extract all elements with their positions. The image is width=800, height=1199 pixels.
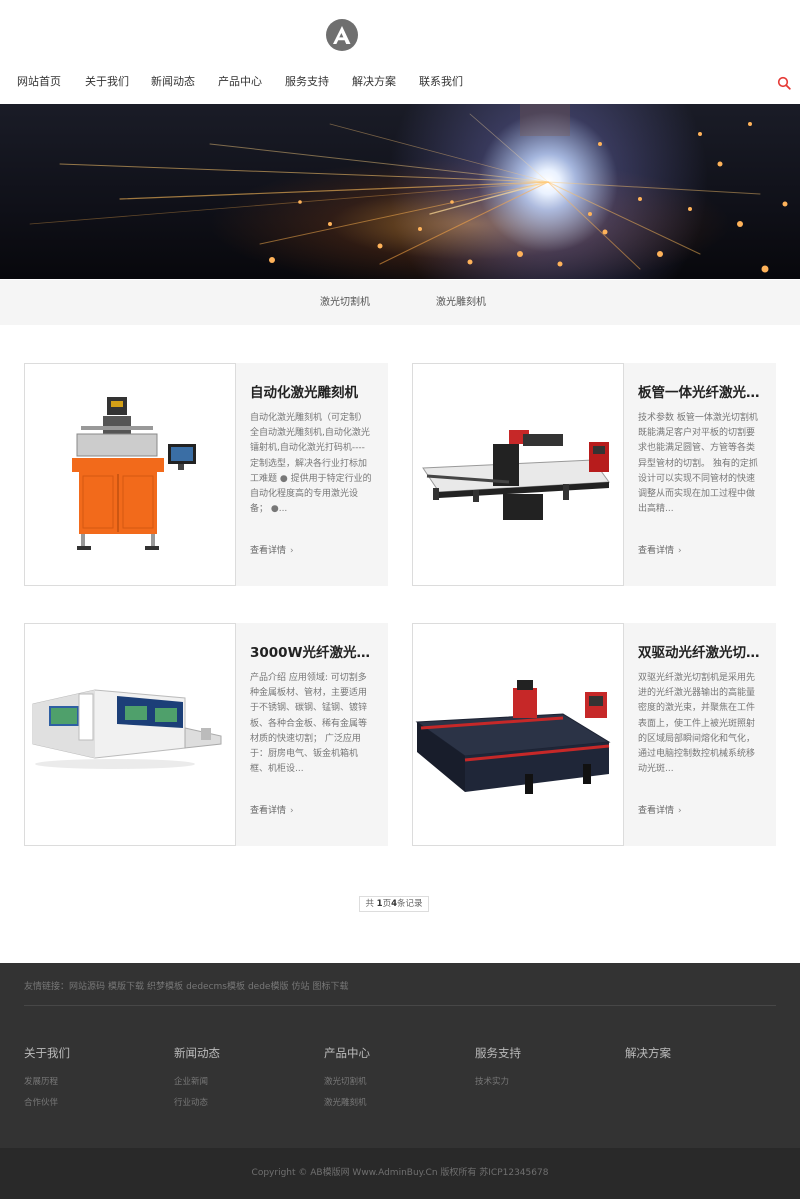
- copyright: Copyright © AB模版网 Www.AdminBuy.Cn 版权所有 苏…: [0, 1148, 800, 1199]
- friend-link[interactable]: 织梦模板: [147, 982, 183, 992]
- friend-links: 友情链接：网站源码 模版下载 织梦模板 dedecms模板 dede模版 仿站 图标下载: [24, 979, 352, 992]
- footer-link[interactable]: 行业动态: [174, 1096, 220, 1108]
- friend-link[interactable]: 图标下载: [313, 982, 349, 992]
- nav-item-about[interactable]: 关于我们: [85, 70, 129, 94]
- pager-mid: 页: [382, 899, 392, 909]
- view-details-label: 查看详情: [638, 806, 675, 816]
- product-image[interactable]: [24, 623, 236, 846]
- view-details-label: 查看详情: [250, 806, 287, 816]
- site-logo[interactable]: [326, 19, 358, 51]
- product-description: 技术参数 板管一体激光切割机既能满足客户对平板的切割要求也能满足圆管、方管等各类…: [638, 413, 758, 515]
- category-laser-cutting[interactable]: 激光切割机: [320, 280, 370, 325]
- footer-column-title[interactable]: 关于我们: [24, 1045, 70, 1061]
- footer-column-support: 服务支持 技术实力: [475, 1045, 521, 1087]
- friend-link[interactable]: dede模版: [248, 982, 289, 992]
- pagination-info: 共 1页4条记录: [359, 896, 429, 912]
- product-info: 自动化激光雕刻机 自动化激光雕刻机（可定制）全自动激光雕刻机,自动化激光镭射机,…: [236, 363, 388, 586]
- dual-drive-laser-cutter-illustration: [415, 680, 611, 794]
- footer-divider: [24, 1005, 776, 1006]
- footer-column-title[interactable]: 新闻动态: [174, 1045, 220, 1061]
- product-title[interactable]: 双驱动光纤激光切割...: [638, 641, 768, 661]
- view-details-link[interactable]: 查看详情 ›: [250, 803, 294, 816]
- site-footer: 友情链接：网站源码 模版下载 织梦模板 dedecms模板 dede模版 仿站 图标下载 关…: [0, 963, 800, 1148]
- category-bar: 激光切割机 激光雕刻机: [0, 280, 800, 325]
- product-card[interactable]: 板管一体光纤激光切... 技术参数 板管一体激光切割机既能满足客户对平板的切割要…: [412, 363, 776, 586]
- fiber-laser-cutter-illustration: [32, 689, 222, 769]
- footer-column-news: 新闻动态 企业新闻 行业动态: [174, 1045, 220, 1108]
- chevron-right-icon: ›: [678, 546, 682, 556]
- footer-column-title[interactable]: 解决方案: [625, 1045, 671, 1061]
- pager-suffix: 条记录: [397, 899, 423, 909]
- friend-link[interactable]: 模版下载: [108, 982, 144, 992]
- product-description: 产品介绍 应用领域: 可切割多种金属板材、管材，主要适用于不锈钢、碳钢、锰钢、镀…: [250, 673, 368, 775]
- product-title[interactable]: 自动化激光雕刻机: [250, 381, 380, 401]
- chevron-right-icon: ›: [290, 546, 294, 556]
- product-info: 板管一体光纤激光切... 技术参数 板管一体激光切割机既能满足客户对平板的切割要…: [624, 363, 776, 586]
- footer-link[interactable]: 激光切割机: [324, 1075, 370, 1087]
- friend-link[interactable]: 仿站: [291, 982, 309, 992]
- view-details-link[interactable]: 查看详情 ›: [250, 543, 294, 556]
- chevron-right-icon: ›: [290, 806, 294, 816]
- main-nav: 网站首页 关于我们 新闻动态 产品中心 服务支持 解决方案 联系我们: [0, 70, 800, 94]
- pager-prefix: 共: [365, 899, 377, 909]
- product-title[interactable]: 3000W光纤激光切割: [250, 641, 380, 661]
- nav-item-support[interactable]: 服务支持: [285, 70, 329, 94]
- footer-link[interactable]: 发展历程: [24, 1075, 70, 1087]
- footer-column-title[interactable]: 服务支持: [475, 1045, 521, 1061]
- product-description: 自动化激光雕刻机（可定制）全自动激光雕刻机,自动化激光镭射机,自动化激光打码机-…: [250, 413, 372, 515]
- tube-cutting-machine-illustration: [422, 430, 610, 520]
- hero-banner-image: [0, 104, 800, 279]
- friend-link[interactable]: dedecms模板: [186, 982, 245, 992]
- footer-column-products: 产品中心 激光切割机 激光雕刻机: [324, 1045, 370, 1108]
- footer-link[interactable]: 技术实力: [475, 1075, 521, 1087]
- search-icon[interactable]: [777, 76, 791, 90]
- chevron-right-icon: ›: [678, 806, 682, 816]
- nav-item-products[interactable]: 产品中心: [218, 70, 262, 94]
- product-image[interactable]: [24, 363, 236, 586]
- product-card[interactable]: 双驱动光纤激光切割... 双驱光纤激光切割机是采用先进的光纤激光器输出的高能量密…: [412, 623, 776, 846]
- nav-item-home[interactable]: 网站首页: [17, 70, 61, 94]
- product-image[interactable]: [412, 623, 624, 846]
- site-header: 网站首页 关于我们 新闻动态 产品中心 服务支持 解决方案 联系我们: [0, 0, 800, 104]
- product-description: 双驱光纤激光切割机是采用先进的光纤激光器输出的高能量密度的激光束，并聚焦在工件表…: [638, 673, 756, 775]
- engraving-machine-illustration: [72, 397, 196, 550]
- footer-column-about: 关于我们 发展历程 合作伙伴: [24, 1045, 70, 1108]
- product-title[interactable]: 板管一体光纤激光切...: [638, 381, 768, 401]
- footer-link[interactable]: 企业新闻: [174, 1075, 220, 1087]
- footer-link[interactable]: 激光雕刻机: [324, 1096, 370, 1108]
- product-card[interactable]: 3000W光纤激光切割 产品介绍 应用领域: 可切割多种金属板材、管材，主要适用…: [24, 623, 388, 846]
- friend-link[interactable]: 网站源码: [69, 982, 105, 992]
- sparks-illustration: [29, 104, 788, 273]
- nav-item-solutions[interactable]: 解决方案: [352, 70, 396, 94]
- view-details-link[interactable]: 查看详情 ›: [638, 803, 682, 816]
- view-details-link[interactable]: 查看详情 ›: [638, 543, 682, 556]
- footer-column-solutions: 解决方案: [625, 1045, 671, 1061]
- view-details-label: 查看详情: [638, 546, 675, 556]
- nav-item-contact[interactable]: 联系我们: [419, 70, 463, 94]
- footer-column-title[interactable]: 产品中心: [324, 1045, 370, 1061]
- product-card[interactable]: 自动化激光雕刻机 自动化激光雕刻机（可定制）全自动激光雕刻机,自动化激光镭射机,…: [24, 363, 388, 586]
- nav-item-news[interactable]: 新闻动态: [151, 70, 195, 94]
- product-info: 双驱动光纤激光切割... 双驱光纤激光切割机是采用先进的光纤激光器输出的高能量密…: [624, 623, 776, 846]
- category-laser-engraving[interactable]: 激光雕刻机: [436, 280, 486, 325]
- product-info: 3000W光纤激光切割 产品介绍 应用领域: 可切割多种金属板材、管材，主要适用…: [236, 623, 388, 846]
- friend-links-label: 友情链接：: [24, 982, 70, 992]
- view-details-label: 查看详情: [250, 546, 287, 556]
- logo-a-icon: [333, 26, 351, 44]
- product-image[interactable]: [412, 363, 624, 586]
- footer-link[interactable]: 合作伙伴: [24, 1096, 70, 1108]
